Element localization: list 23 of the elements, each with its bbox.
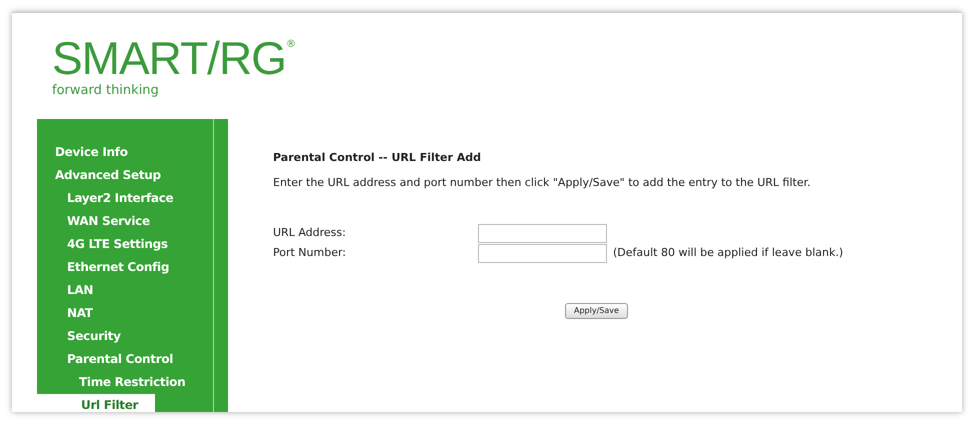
sidebar-item[interactable]: Parental Control: [37, 348, 184, 371]
apply-save-button[interactable]: Apply/Save: [565, 303, 628, 319]
sidebar-item[interactable]: Time Restriction: [37, 371, 196, 394]
sidebar-item[interactable]: WAN Service: [37, 210, 160, 233]
sidebar-item[interactable]: Advanced Setup: [37, 164, 171, 187]
logo-wordmark: SMART/RG: [52, 35, 286, 81]
sidebar-item[interactable]: NAT: [37, 302, 103, 325]
sidebar-item[interactable]: Ethernet Config: [37, 256, 180, 279]
field-hint: (Default 80 will be applied if leave blank.): [613, 244, 844, 261]
description-text: Enter the URL address and port number then click "Apply/Save" to add the entry to the URL filter.: [273, 176, 812, 190]
sidebar-item[interactable]: Security: [37, 325, 131, 348]
sidebar-item[interactable]: 4G LTE Settings: [37, 233, 178, 256]
page-title: Parental Control -- URL Filter Add: [273, 151, 482, 165]
sidebar-item[interactable]: Url Filter: [37, 394, 155, 412]
input-field[interactable]: [478, 224, 607, 242]
registered-mark: ®: [286, 39, 296, 51]
input-field[interactable]: [478, 244, 607, 262]
field-label: Port Number:: [273, 244, 348, 261]
sidebar-item[interactable]: Device Info: [37, 141, 138, 164]
field-label: URL Address:: [273, 224, 347, 241]
sidebar-item[interactable]: LAN: [37, 279, 104, 302]
logo-tagline: forward thinking: [52, 83, 160, 99]
sidebar-item[interactable]: Layer2 Interface: [37, 187, 184, 210]
